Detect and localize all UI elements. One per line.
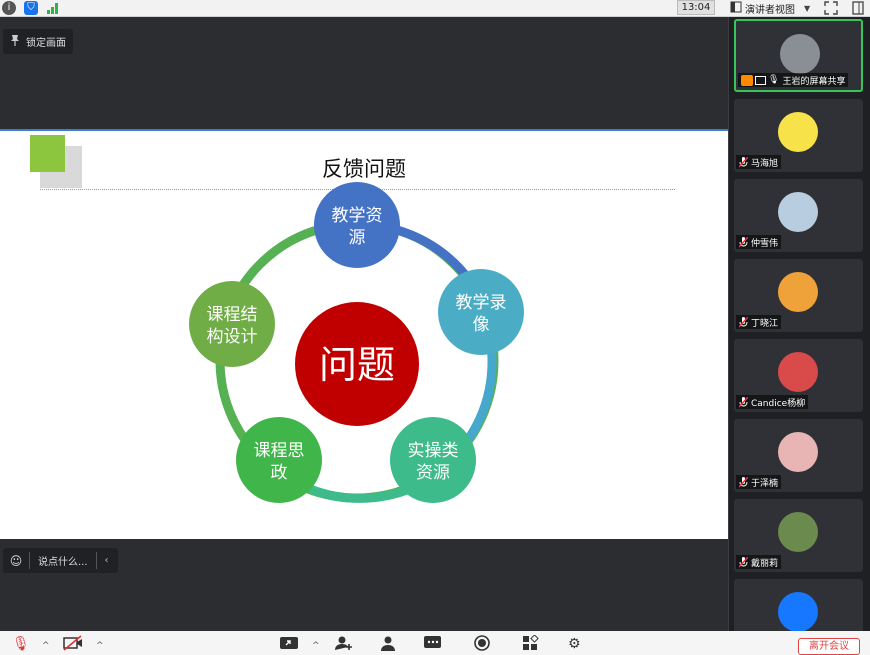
participant-name: 戴丽莉	[751, 558, 779, 569]
cycle-node-label: 像	[473, 315, 490, 335]
cycle-node-label: 源	[349, 228, 366, 248]
participant-name: 马海旭	[751, 158, 779, 169]
collapse-arrow-icon[interactable]: ‹	[97, 555, 117, 566]
camera-options-caret[interactable]: ^	[96, 641, 104, 651]
participant-tile[interactable]: 于泽楠	[734, 419, 863, 492]
chevron-down-icon: ▼	[804, 3, 811, 13]
window-icon[interactable]	[851, 1, 865, 15]
lock-screen-label: 锁定画面	[26, 38, 66, 49]
lock-screen-button[interactable]: 锁定画面	[3, 29, 73, 54]
ring-segment-1	[391, 224, 474, 284]
cycle-node-label: 政	[271, 463, 288, 483]
bottom-toolbar: 🎙 ^ ^ ^ ⚙ 离开会议	[0, 631, 870, 655]
participants-panel: 🎙王岩的屏幕共享马海旭仲雪伟丁晓江Candice杨柳于泽楠戴丽莉老师	[729, 17, 870, 652]
participants-icon[interactable]	[378, 635, 398, 653]
leave-meeting-button[interactable]: 离开会议	[798, 638, 860, 655]
center-node: 问题	[295, 302, 419, 426]
mic-muted-icon	[738, 235, 749, 248]
mic-muted-icon	[738, 555, 749, 568]
apps-icon[interactable]	[522, 634, 542, 653]
participant-tile[interactable]: Candice杨柳	[734, 339, 863, 412]
shared-slide: 反馈问题 问题 教学资源教学录像实操类 资源 课程思政课程结 构设计	[0, 129, 728, 539]
participant-avatar	[780, 34, 820, 74]
mic-muted-icon	[738, 315, 749, 328]
cycle-node: 教学资源	[314, 182, 400, 268]
cycle-node: 课程结构设计	[189, 281, 275, 367]
participant-name-tag: 🎙 王岩的屏幕共享	[738, 73, 849, 87]
chat-placeholder[interactable]: 说点什么...	[30, 553, 96, 568]
participant-avatar	[778, 352, 818, 392]
participant-name-tag: 于泽楠	[736, 475, 782, 489]
mic-muted-icon	[738, 475, 749, 488]
chat-icon[interactable]	[423, 635, 443, 653]
participant-tile[interactable]: 🎙 王岩的屏幕共享	[734, 19, 863, 92]
share-screen-icon[interactable]	[279, 635, 299, 653]
view-mode-label: 演讲者视图	[745, 4, 795, 16]
microphone-muted-icon[interactable]: 🎙	[12, 635, 30, 653]
participant-tile[interactable]: 马海旭	[734, 99, 863, 172]
cycle-node-label: 实操类	[408, 441, 459, 461]
participant-tile[interactable]: 丁晓江	[734, 259, 863, 332]
share-options-caret[interactable]: ^	[312, 641, 320, 651]
top-bar: i ⛉ 13:04 演讲者视图 ▼	[0, 0, 870, 17]
participant-avatar	[778, 512, 818, 552]
participant-name: 丁晓江	[751, 318, 779, 329]
view-mode-dropdown[interactable]: 演讲者视图 ▼	[726, 0, 815, 16]
participant-name: 仲雪伟	[751, 238, 779, 249]
participant-avatar	[778, 432, 818, 472]
info-icon[interactable]: i	[2, 1, 16, 15]
settings-gear-icon[interactable]: ⚙	[568, 635, 581, 653]
pin-icon	[10, 34, 20, 49]
invite-icon[interactable]	[334, 635, 354, 653]
shield-icon[interactable]: ⛉	[24, 1, 38, 15]
participant-avatar	[778, 192, 818, 232]
mic-options-caret[interactable]: ^	[42, 641, 50, 651]
cycle-node-label: 课程思	[254, 441, 305, 461]
cycle-node-label: 教学资	[332, 206, 383, 226]
cycle-node-label: 构设计	[207, 327, 258, 347]
mic-muted-icon	[738, 155, 749, 168]
participant-avatar	[778, 272, 818, 312]
meeting-clock: 13:04	[677, 0, 715, 15]
cycle-node: 实操类资源	[390, 417, 476, 503]
screen-share-icon: 🎙	[741, 74, 779, 86]
center-label: 问题	[319, 343, 395, 387]
camera-off-icon[interactable]	[63, 635, 83, 653]
participant-name-tag: Candice杨柳	[736, 395, 809, 409]
emoji-icon[interactable]: ☺	[3, 554, 29, 568]
signal-icon[interactable]	[46, 1, 60, 15]
cycle-node: 教学录像	[438, 269, 524, 355]
participant-name: Candice杨柳	[751, 398, 806, 409]
participant-name: 于泽楠	[751, 478, 779, 489]
participant-name-tag: 马海旭	[736, 155, 782, 169]
participant-tile[interactable]: 仲雪伟	[734, 179, 863, 252]
participant-name: 王岩的屏幕共享	[782, 76, 846, 87]
participant-name-tag: 丁晓江	[736, 315, 782, 329]
cycle-node-label: 资源	[416, 463, 450, 483]
cycle-node-label: 教学录	[456, 293, 507, 313]
chat-input-bar[interactable]: ☺ 说点什么... ‹	[3, 548, 118, 573]
record-icon[interactable]	[472, 635, 492, 653]
view-mode-icon	[730, 1, 742, 16]
mic-muted-icon	[738, 395, 749, 408]
feedback-cycle-diagram: 问题 教学资源教学录像实操类资源课程思政课程结构设计	[189, 182, 524, 503]
participant-tile[interactable]: 戴丽莉	[734, 499, 863, 572]
participant-avatar	[778, 112, 818, 152]
cycle-node: 课程思政	[236, 417, 322, 503]
participant-name-tag: 戴丽莉	[736, 555, 782, 569]
participant-name-tag: 仲雪伟	[736, 235, 782, 249]
cycle-node-label: 课程结	[207, 305, 258, 325]
participant-avatar	[778, 592, 818, 632]
fullscreen-icon[interactable]	[824, 1, 838, 15]
